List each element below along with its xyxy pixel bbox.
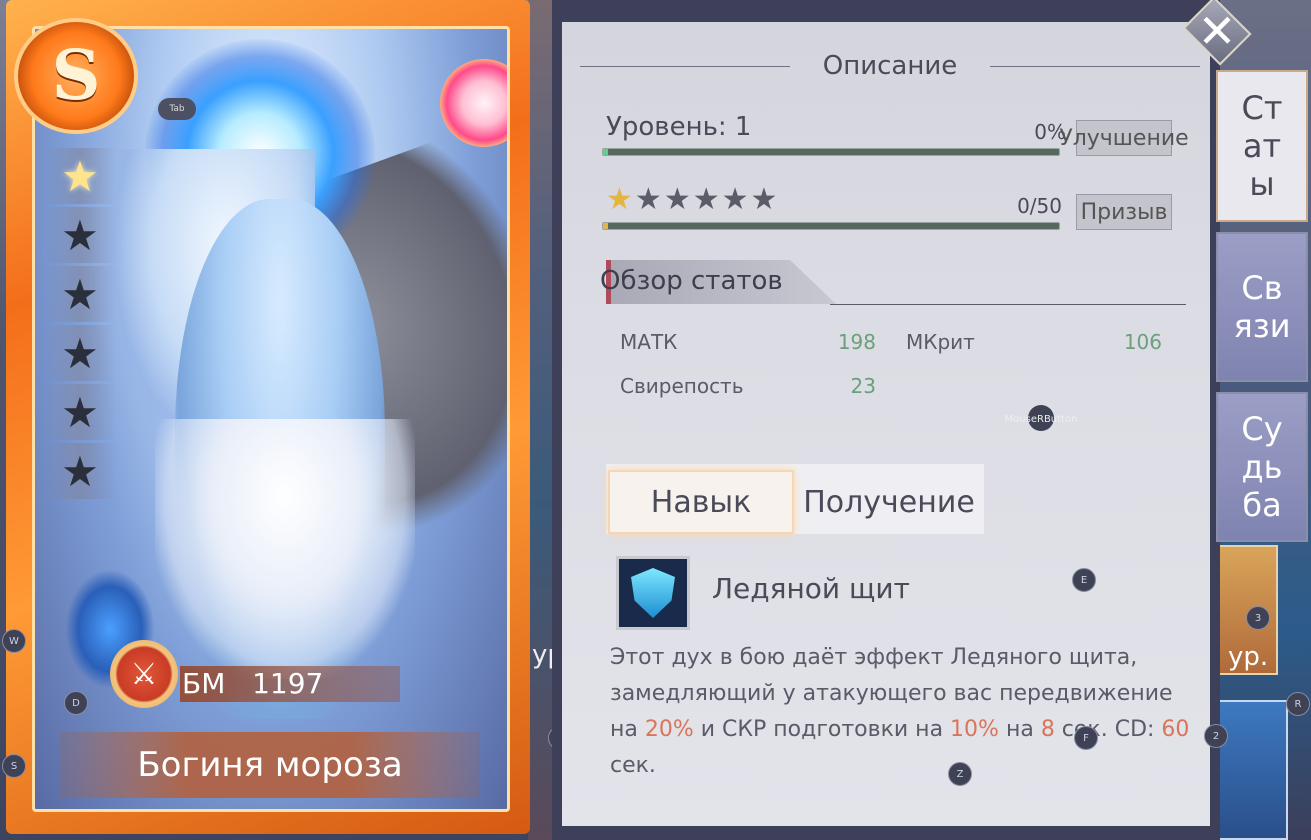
key-hint-d: D [64,691,88,715]
stat-name: Свирепость [620,374,744,398]
background-card [1218,700,1288,840]
side-tab-stats[interactable]: Ст ат ы [1216,70,1308,222]
tab-obtain[interactable]: Получение [796,470,982,534]
skill-desc-value: 20% [644,717,694,742]
battle-power-bar: БМ 1197 [180,666,400,702]
background-level-label: ур. [1228,642,1269,672]
crossed-swords-icon: ⚔ [110,640,178,708]
hero-name: Богиня мороза [60,732,480,798]
shield-icon [631,568,675,618]
star-icon-filled: ★ [606,182,635,217]
tab-skill[interactable]: Навык [608,470,794,534]
skill-name: Ледяной щит [712,572,910,605]
stat-value: 198 [837,330,876,354]
stat-value: 23 [850,374,876,398]
star-icon-empty: ★ [44,207,116,263]
star-icon-empty: ★ [44,384,116,440]
stars-progress-bar [602,222,1060,230]
section-title: Обзор статов [600,266,783,296]
key-hint-r: R [1286,692,1310,716]
sun-emblem-art [440,59,507,147]
star-icon-empty: ★ [663,182,693,217]
star-icon-empty: ★ [692,182,722,217]
skill-desc-text: сек. [610,753,656,778]
key-hint-s: S [2,754,26,778]
header-divider [580,66,790,67]
upgrade-button[interactable]: Улучшение [1059,120,1189,156]
stars-progress-fill [603,223,608,229]
panel-title: Описание [822,51,958,81]
stat-name: МАТК [620,330,678,354]
stars-count: 0/50 [1017,194,1062,218]
panel-top-border [552,0,1220,22]
star-icon-empty: ★ [44,266,116,322]
side-tab-links[interactable]: Св язи [1216,232,1308,382]
key-hint-2: 2 [1204,724,1228,748]
level-progress-fill [603,149,608,155]
star-icon-empty: ★ [44,325,116,381]
skill-description: Этот дух в бою даёт эффект Ледяного щита… [610,640,1190,784]
bm-value: 1197 [252,667,324,700]
star-icon-empty: ★ [750,182,780,217]
header-divider [990,66,1200,67]
key-hint-z: Z [948,762,972,786]
summon-button[interactable]: Призыв [1076,194,1172,230]
skill-desc-text: сек. CD: [1054,717,1162,742]
skill-desc-text: и СКР подготовки на [693,717,951,742]
star-icon-filled: ★ [44,148,116,204]
key-hint-tab: Tab [158,98,196,120]
ice-shield-skill-icon[interactable] [616,556,690,630]
stat-value: 106 [1123,330,1162,354]
level-progress-bar [602,148,1060,156]
star-icon-empty: ★ [721,182,751,217]
star-progress-row: ★★★★★★ [606,182,779,217]
rank-badge: S [14,18,138,134]
skill-desc-text: на [998,717,1041,742]
level-percent: 0% [1034,120,1066,144]
star-icon-empty: ★ [44,443,116,499]
skill-desc-value: 10% [950,717,999,742]
stat-name: МКрит [906,330,975,354]
bm-label: БМ [182,667,226,700]
key-hint-f: F [1074,726,1098,750]
side-tab-fate[interactable]: Су дь ба [1216,392,1308,542]
key-hint-mouse: MouseRButton [1004,413,1078,425]
hero-star-rating: ★ ★ ★ ★ ★ ★ [44,148,120,502]
level-label: Уровень: 1 [606,112,752,142]
section-divider [830,304,1186,305]
battle-power: ⚔ БМ 1197 [110,640,410,708]
key-hint-w: W [2,629,26,653]
star-icon-empty: ★ [634,182,664,217]
key-hint-3: 3 [1246,606,1270,630]
skill-desc-value: 60 [1161,717,1190,742]
close-icon[interactable]: ✕ [1186,0,1248,62]
skill-desc-value: 8 [1040,717,1055,742]
key-hint-e: E [1072,568,1096,592]
